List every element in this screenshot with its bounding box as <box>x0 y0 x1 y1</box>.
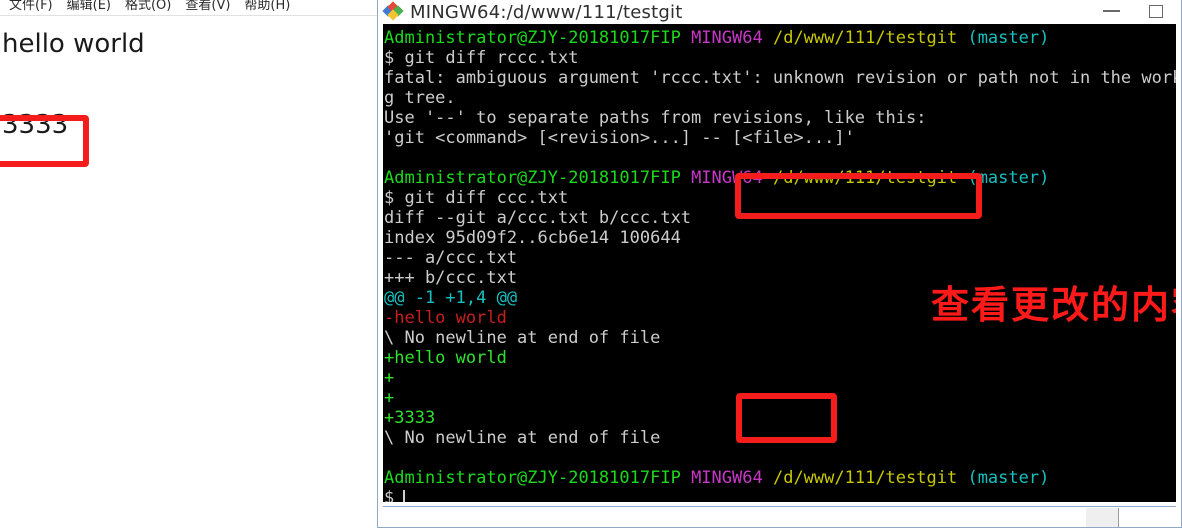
terminal-line-cmd-3: $ <box>384 488 1176 502</box>
notepad-text-area[interactable]: hello world 3333 <box>0 17 383 528</box>
notepad-text-line-1: hello world <box>2 29 145 59</box>
terminal-titlebar[interactable]: MINGW64:/d/www/111/testgit <box>378 0 1181 24</box>
window-controls <box>1089 0 1181 24</box>
terminal-text: $ git diff ccc.txt <box>384 188 569 208</box>
terminal-text: @@ -1 +1,4 @@ <box>384 288 518 308</box>
terminal-line-cmd-1: $ git diff rccc.txt <box>384 48 1176 68</box>
prompt-branch: (master) <box>967 468 1050 488</box>
prompt-user-host: Administrator@ZJY-20181017FIP <box>384 168 681 188</box>
terminal-text: g tree. <box>384 88 456 108</box>
terminal-line-prompt-1: Administrator@ZJY-20181017FIP MINGW64 /d… <box>384 28 1176 48</box>
terminal-line-out-3: Use '--' to separate paths from revision… <box>384 108 1176 128</box>
terminal-horizontal-scrollbar[interactable] <box>383 506 1176 527</box>
terminal-text: 'git <command> [<revision>...] -- [<file… <box>384 128 855 148</box>
terminal-text: fatal: ambiguous argument 'rccc.txt': un… <box>384 68 1176 88</box>
maximize-button[interactable] <box>1135 0 1181 24</box>
terminal-text: index 95d09f2..6cb6e14 100644 <box>384 228 681 248</box>
terminal-line-del-1: -hello world <box>384 308 1176 328</box>
menu-item-view[interactable]: 查看(V) <box>178 0 237 15</box>
terminal-line-add-2: + <box>384 368 1176 388</box>
prompt-shell: MINGW64 <box>691 28 763 48</box>
minimize-button[interactable] <box>1089 0 1135 24</box>
prompt-path: /d/www/111/testgit <box>772 468 958 488</box>
terminal-line-hunk-1: @@ -1 +1,4 @@ <box>384 288 1176 308</box>
terminal-text: diff --git a/ccc.txt b/ccc.txt <box>384 208 692 228</box>
screen-root: 文件(F) 编辑(E) 格式(O) 查看(V) 帮助(H) hello worl… <box>0 0 1182 528</box>
prompt-symbol: $ <box>384 488 395 502</box>
terminal-text: --- a/ccc.txt <box>384 248 518 268</box>
terminal-line-diff-2: index 95d09f2..6cb6e14 100644 <box>384 228 1176 248</box>
mingw64-terminal-window[interactable]: MINGW64:/d/www/111/testgit Administrator… <box>377 0 1182 528</box>
prompt-path: /d/www/111/testgit <box>772 28 958 48</box>
terminal-line-blank-2 <box>384 448 1176 468</box>
terminal-line-prompt-3: Administrator@ZJY-20181017FIP MINGW64 /d… <box>384 468 1176 488</box>
terminal-line-diff-3: --- a/ccc.txt <box>384 248 1176 268</box>
terminal-text: +3333 <box>384 408 436 428</box>
terminal-line-add-1: +hello world <box>384 348 1176 368</box>
terminal-text: + <box>384 388 395 408</box>
annotation-box-notepad-3333 <box>0 115 89 167</box>
terminal-title: MINGW64:/d/www/111/testgit <box>410 1 683 23</box>
menu-item-edit[interactable]: 编辑(E) <box>60 0 118 15</box>
git-bash-diamond-icon <box>382 1 404 22</box>
menu-item-help[interactable]: 帮助(H) <box>237 0 297 15</box>
terminal-line-out-1: fatal: ambiguous argument 'rccc.txt': un… <box>384 68 1176 88</box>
menu-item-file[interactable]: 文件(F) <box>2 0 60 15</box>
terminal-cursor <box>403 490 406 502</box>
terminal-text: +++ b/ccc.txt <box>384 268 518 288</box>
terminal-text: $ git diff rccc.txt <box>384 48 579 68</box>
terminal-text: \ No newline at end of file <box>384 328 661 348</box>
prompt-user-host: Administrator@ZJY-20181017FIP <box>384 468 681 488</box>
terminal-line-diff-4: +++ b/ccc.txt <box>384 268 1176 288</box>
menu-item-format[interactable]: 格式(O) <box>118 0 178 15</box>
terminal-line-nonl-1: \ No newline at end of file <box>384 328 1176 348</box>
scrollbar-thumb[interactable] <box>1086 508 1119 527</box>
terminal-text: + <box>384 368 395 388</box>
terminal-text: -hello world <box>384 308 507 328</box>
terminal-line-out-2: g tree. <box>384 88 1176 108</box>
annotation-box-terminal-command <box>735 173 982 219</box>
terminal-text: +hello world <box>384 348 507 368</box>
terminal-text: \ No newline at end of file <box>384 428 661 448</box>
prompt-user-host: Administrator@ZJY-20181017FIP <box>384 28 681 48</box>
prompt-shell: MINGW64 <box>691 468 763 488</box>
terminal-line-out-4: 'git <command> [<revision>...] -- [<file… <box>384 128 1176 148</box>
annotation-box-terminal-added-3333 <box>736 393 837 443</box>
terminal-text: Use '--' to separate paths from revision… <box>384 108 927 128</box>
notepad-menubar: 文件(F) 编辑(E) 格式(O) 查看(V) 帮助(H) <box>0 0 383 16</box>
notepad-window[interactable]: 文件(F) 编辑(E) 格式(O) 查看(V) 帮助(H) hello worl… <box>0 0 383 528</box>
terminal-line-blank-1 <box>384 148 1176 168</box>
prompt-branch: (master) <box>967 28 1050 48</box>
